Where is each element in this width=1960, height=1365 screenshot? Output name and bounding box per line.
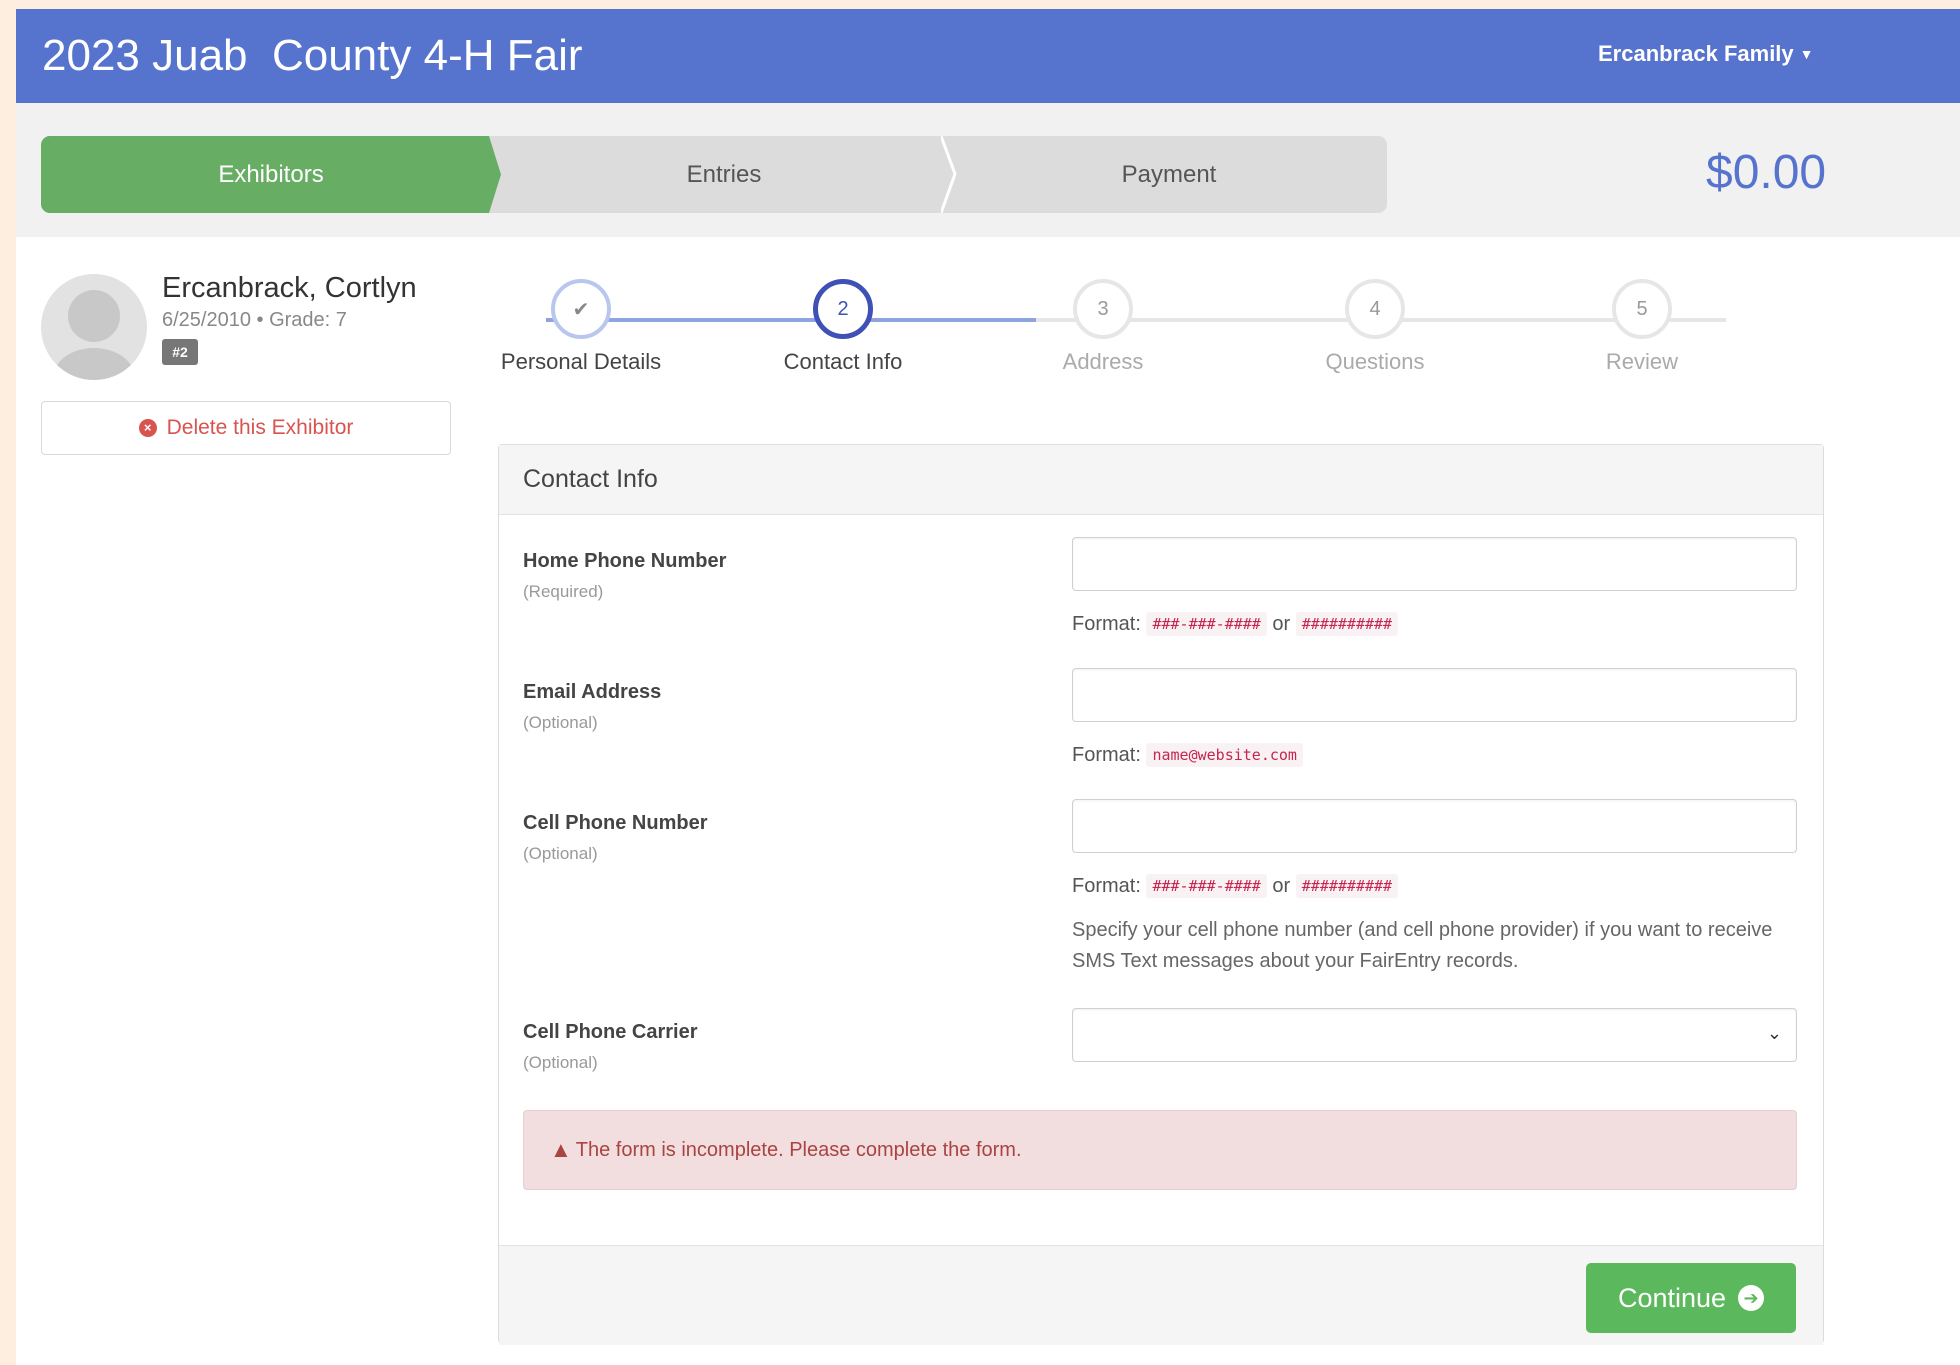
arrow-circle-right-icon: ➔ bbox=[1738, 1285, 1765, 1311]
avatar bbox=[41, 274, 147, 380]
exhibitor-number-badge: #2 bbox=[162, 339, 198, 365]
email-label: Email Address bbox=[523, 681, 662, 703]
incomplete-form-alert: ▲ The form is incomplete. Please complet… bbox=[523, 1110, 1797, 1190]
times-circle-icon: × bbox=[138, 419, 157, 437]
wizard-step-questions: 4 Questions bbox=[1285, 279, 1465, 375]
delete-exhibitor-label: Delete this Exhibitor bbox=[166, 416, 354, 439]
cell-phone-help: Specify your cell phone number (and cell… bbox=[1072, 919, 1773, 972]
step-divider bbox=[941, 136, 957, 213]
cart-total: $0.00 bbox=[1706, 146, 1827, 199]
top-navbar: 2023 Juab County 4-H Fair Ercanbrack Fam… bbox=[16, 9, 1960, 103]
exhibitor-meta: 6/25/2010 • Grade: 7 bbox=[162, 309, 347, 331]
carrier-label: Cell Phone Carrier bbox=[523, 1021, 698, 1043]
app-frame: 2023 Juab County 4-H Fair Ercanbrack Fam… bbox=[16, 9, 1960, 1365]
carrier-select[interactable]: ⌄ bbox=[1072, 1008, 1797, 1062]
continue-label: Continue bbox=[1617, 1282, 1727, 1313]
wizard-step-label: Review bbox=[1605, 349, 1679, 374]
progress-band: Exhibitors Entries Payment $0.00 bbox=[16, 103, 1960, 237]
email-optional: (Optional) bbox=[523, 713, 598, 732]
step-exhibitors[interactable]: Exhibitors bbox=[41, 136, 501, 213]
wizard-step-contact-info[interactable]: 2 Contact Info bbox=[753, 279, 933, 375]
wizard-step-personal-details[interactable]: ✔ Personal Details bbox=[491, 279, 671, 375]
checkout-steps: Exhibitors Entries Payment bbox=[41, 136, 1387, 213]
caret-down-icon: ▼ bbox=[1799, 46, 1814, 62]
alert-text: The form is incomplete. Please complete … bbox=[575, 1138, 1022, 1161]
card-heading: Contact Info bbox=[499, 445, 1823, 515]
cell-phone-input[interactable] bbox=[1072, 799, 1797, 853]
app-title: 2023 Juab County 4-H Fair bbox=[42, 31, 583, 80]
cell-phone-label: Cell Phone Number bbox=[523, 812, 708, 834]
email-format: Format: name@website.com bbox=[1072, 743, 1303, 767]
check-icon: ✔ bbox=[551, 279, 611, 339]
home-phone-input[interactable] bbox=[1072, 537, 1797, 591]
user-menu[interactable]: Ercanbrack Family ▼ bbox=[1598, 41, 1814, 67]
email-field[interactable] bbox=[1072, 668, 1797, 722]
wizard-step-number: 3 bbox=[1073, 279, 1133, 339]
wizard-step-label: Questions bbox=[1325, 349, 1425, 374]
cell-phone-optional: (Optional) bbox=[523, 844, 598, 863]
cell-phone-format: Format: ###-###-#### or ########## bbox=[1072, 874, 1399, 898]
wizard-step-number: 5 bbox=[1612, 279, 1672, 339]
step-payment[interactable]: Payment bbox=[951, 136, 1387, 213]
wizard-step-review: 5 Review bbox=[1552, 279, 1732, 375]
warning-icon: ▲ bbox=[550, 1137, 572, 1162]
continue-button[interactable]: Continue ➔ bbox=[1586, 1263, 1796, 1333]
wizard-step-label: Contact Info bbox=[783, 349, 903, 374]
delete-exhibitor-button[interactable]: × Delete this Exhibitor bbox=[41, 401, 451, 455]
wizard-step-label: Address bbox=[1062, 349, 1144, 374]
user-menu-label: Ercanbrack Family bbox=[1598, 41, 1794, 66]
home-phone-format: Format: ###-###-#### or ########## bbox=[1072, 612, 1399, 636]
wizard-step-number: 2 bbox=[813, 279, 873, 339]
chevron-down-icon: ⌄ bbox=[1766, 1023, 1782, 1043]
wizard-step-address: 3 Address bbox=[1013, 279, 1193, 375]
form-wizard: ✔ Personal Details 2 Contact Info 3 Addr… bbox=[491, 279, 1791, 389]
home-phone-label: Home Phone Number bbox=[523, 550, 727, 572]
carrier-optional: (Optional) bbox=[523, 1053, 598, 1072]
wizard-step-label: Personal Details bbox=[500, 349, 662, 374]
contact-info-card: Contact Info Home Phone Number (Required… bbox=[498, 444, 1824, 1345]
exhibitor-name: Ercanbrack, Cortlyn bbox=[162, 272, 417, 304]
card-footer: Continue ➔ bbox=[499, 1245, 1823, 1345]
wizard-step-number: 4 bbox=[1345, 279, 1405, 339]
step-entries[interactable]: Entries bbox=[499, 136, 949, 213]
home-phone-required: (Required) bbox=[523, 582, 604, 601]
